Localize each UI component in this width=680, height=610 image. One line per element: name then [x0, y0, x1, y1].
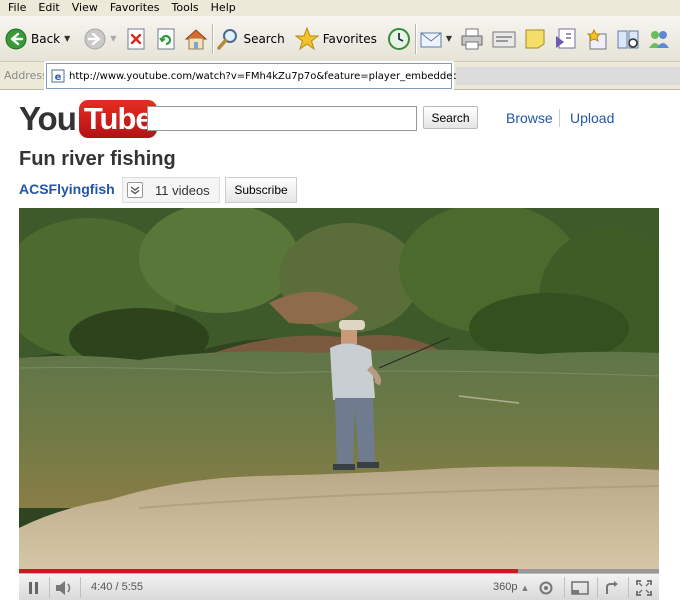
back-arrow-icon	[5, 28, 27, 49]
player-controls: 4:40 / 5:55 360p ▲	[19, 573, 659, 600]
popout-icon	[571, 580, 589, 595]
stop-icon	[127, 28, 145, 49]
home-icon	[185, 28, 208, 49]
video-title: Fun river fishing	[19, 148, 176, 170]
menu-help[interactable]: Help	[205, 0, 242, 16]
youtube-logo[interactable]: You Tube	[19, 100, 157, 138]
youtube-search-input[interactable]	[147, 106, 417, 131]
print-icon	[461, 28, 483, 49]
search-toolbar-label: Search	[243, 31, 285, 46]
address-bar: Address e http://www.youtube.com/watch?v…	[0, 61, 680, 91]
subscribe-button[interactable]: Subscribe	[225, 177, 297, 203]
history-button[interactable]	[387, 22, 411, 56]
toolbar-separator	[414, 23, 416, 54]
pause-button[interactable]	[19, 574, 49, 600]
quality-label[interactable]: 360p	[493, 581, 517, 593]
address-url: http://www.youtube.com/watch?v=FMh4kZu7p…	[69, 70, 459, 82]
users-button[interactable]	[648, 22, 670, 56]
forward-button[interactable]: ▼	[84, 22, 116, 56]
volume-icon	[56, 580, 71, 595]
search-toolbar-button[interactable]: Search	[217, 22, 285, 56]
home-button[interactable]	[184, 22, 208, 56]
mail-dropdown-icon[interactable]: ▼	[446, 34, 452, 43]
menu-file[interactable]: File	[2, 0, 32, 16]
research-icon	[586, 28, 607, 49]
quality-arrow-icon[interactable]: ▲	[520, 574, 530, 600]
address-bar-background	[456, 67, 680, 85]
research-button[interactable]	[586, 22, 608, 56]
menu-view[interactable]: View	[66, 0, 104, 16]
control-separator	[597, 577, 598, 598]
chevron-down-icon[interactable]	[127, 182, 143, 198]
note-icon	[525, 29, 545, 48]
back-dropdown-icon[interactable]: ▼	[64, 34, 70, 43]
address-input[interactable]: e http://www.youtube.com/watch?v=FMh4kZu…	[44, 61, 459, 91]
fullscreen-icon	[636, 579, 652, 596]
time-display: 4:40 / 5:55	[91, 581, 143, 593]
history-icon	[387, 27, 410, 50]
mail-icon	[420, 32, 442, 47]
browse-link[interactable]: Browse	[506, 110, 553, 126]
menu-bar: File Edit View Favorites Tools Help	[0, 0, 680, 16]
messenger-button[interactable]	[554, 22, 578, 56]
nav-divider	[559, 109, 560, 127]
menu-tools[interactable]: Tools	[166, 0, 205, 16]
control-separator	[564, 577, 565, 598]
standard-toolbar: Back ▼ ▼ Search Favorites ▼	[0, 16, 680, 62]
logo-tube: Tube	[78, 100, 157, 138]
edit-button[interactable]	[492, 22, 516, 56]
videos-count: 11 videos	[155, 182, 210, 198]
share-button[interactable]	[599, 574, 625, 600]
refresh-icon	[157, 28, 175, 49]
search-icon	[217, 28, 238, 50]
tools-button[interactable]	[616, 22, 640, 56]
forward-dropdown-icon[interactable]: ▼	[110, 34, 116, 43]
pause-icon	[29, 581, 38, 594]
video-frame[interactable]	[19, 208, 659, 569]
discuss-button[interactable]	[524, 22, 546, 56]
volume-button[interactable]	[50, 574, 80, 600]
embed-settings-button[interactable]	[535, 574, 557, 600]
channel-link[interactable]: ACSFlyingfish	[19, 181, 115, 197]
forward-arrow-icon	[84, 28, 106, 49]
upload-link[interactable]: Upload	[570, 110, 614, 126]
print-button[interactable]	[460, 22, 484, 56]
favorites-toolbar-button[interactable]: Favorites	[294, 22, 377, 56]
back-button[interactable]: Back ▼	[5, 22, 70, 56]
channel-videos-button[interactable]: 11 videos	[122, 177, 220, 203]
stop-button[interactable]	[126, 22, 146, 56]
back-label: Back	[31, 31, 61, 46]
favorites-star-icon	[294, 26, 319, 50]
menu-edit[interactable]: Edit	[32, 0, 65, 16]
video-player[interactable]: 4:40 / 5:55 360p ▲	[19, 208, 659, 600]
popout-button[interactable]	[567, 574, 593, 600]
control-separator	[80, 577, 81, 598]
address-label: Address	[4, 69, 48, 82]
gear-icon	[539, 581, 553, 594]
logo-you: You	[19, 100, 77, 137]
messenger-icon	[649, 30, 670, 48]
share-arrow-icon	[606, 580, 618, 594]
toolbar-separator	[212, 23, 214, 54]
refresh-button[interactable]	[156, 22, 176, 56]
ie-page-icon: e	[51, 69, 65, 83]
web-page: You Tube Search Browse Upload Fun river …	[0, 90, 680, 610]
mail-button[interactable]: ▼	[420, 22, 452, 56]
research-icon	[617, 30, 639, 48]
favorites-toolbar-label: Favorites	[322, 31, 377, 46]
svg-text:e: e	[55, 72, 62, 83]
control-separator	[628, 577, 629, 598]
messenger-icon	[556, 28, 576, 48]
youtube-search-button[interactable]: Search	[423, 106, 478, 129]
menu-favorites[interactable]: Favorites	[104, 0, 166, 16]
edit-icon	[492, 31, 516, 47]
fullscreen-button[interactable]	[630, 574, 658, 600]
